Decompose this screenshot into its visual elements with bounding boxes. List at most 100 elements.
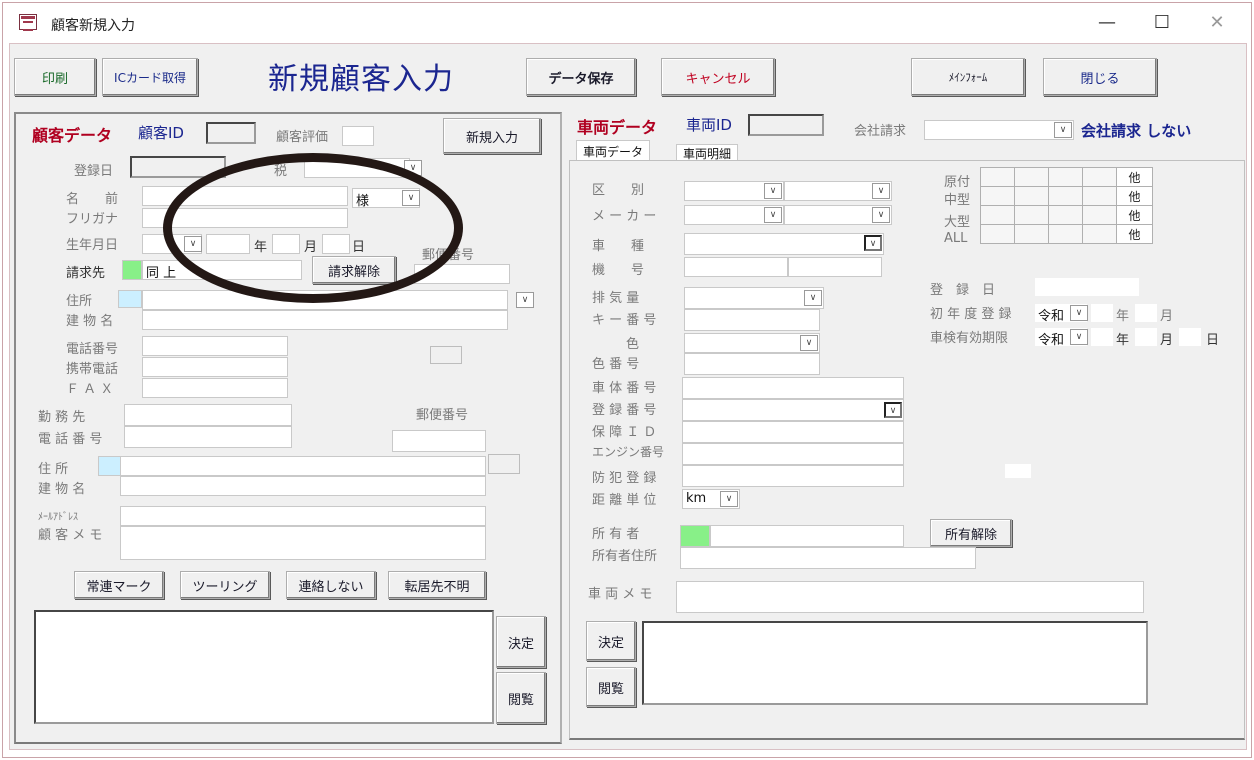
vehicle-notes-area[interactable] bbox=[642, 621, 1148, 705]
close-button[interactable]: 閉じる bbox=[1043, 58, 1157, 96]
customer-id-field[interactable] bbox=[206, 122, 256, 144]
reg-date-field[interactable] bbox=[130, 156, 226, 178]
billing-marker[interactable] bbox=[122, 260, 142, 280]
grid-other-cell[interactable]: 他 bbox=[1116, 167, 1153, 187]
warranty-id-field[interactable] bbox=[682, 421, 904, 443]
vehicle-browse-button[interactable]: 閲覧 bbox=[586, 667, 636, 707]
postal-label: 郵便番号 bbox=[422, 248, 475, 263]
vehicle-decide-button[interactable]: 決定 bbox=[586, 621, 636, 661]
birth-era-dropdown-icon[interactable] bbox=[184, 236, 202, 252]
tab-vehicle-data[interactable]: 車両データ bbox=[576, 140, 651, 160]
tax-select[interactable] bbox=[304, 158, 410, 178]
color-dropdown-icon[interactable] bbox=[800, 335, 818, 351]
vehicle-reg-date-field[interactable] bbox=[1034, 277, 1140, 297]
billing-release-button[interactable]: 請求解除 bbox=[312, 256, 396, 284]
print-button[interactable]: 印刷 bbox=[14, 58, 96, 96]
first-reg-month-field[interactable] bbox=[1134, 303, 1158, 323]
tab-vehicle-details[interactable]: 車両明細 bbox=[676, 144, 739, 161]
customer-notes-area[interactable] bbox=[34, 610, 494, 724]
machine-no-field-1[interactable] bbox=[684, 257, 788, 277]
machine-no-field-2[interactable] bbox=[788, 257, 882, 277]
maximize-button[interactable]: ☐ bbox=[1150, 11, 1174, 35]
mobile-field[interactable] bbox=[142, 357, 288, 377]
work-field[interactable] bbox=[124, 404, 292, 426]
inspection-day-field[interactable] bbox=[1178, 327, 1202, 347]
first-reg-era-dropdown-icon[interactable] bbox=[1070, 305, 1088, 321]
furigana-field[interactable] bbox=[142, 208, 348, 228]
inspection-month-field[interactable] bbox=[1134, 327, 1158, 347]
company-billing-select[interactable] bbox=[924, 120, 1074, 140]
work-postal-field[interactable] bbox=[392, 430, 486, 452]
frame-no-field[interactable] bbox=[682, 377, 904, 399]
tax-dropdown-icon[interactable] bbox=[404, 160, 422, 176]
grid-other-cell[interactable]: 他 bbox=[1116, 205, 1153, 225]
grid-row-large-label: 大型 bbox=[944, 215, 971, 230]
ic-card-button[interactable]: ICカード取得 bbox=[102, 58, 198, 96]
address-marker[interactable] bbox=[118, 290, 142, 308]
honorific-dropdown-icon[interactable] bbox=[402, 190, 420, 206]
birth-month-field[interactable] bbox=[272, 234, 300, 254]
small-blank-box[interactable] bbox=[1004, 463, 1032, 479]
work-phone-field[interactable] bbox=[124, 426, 292, 448]
company-billing-dropdown-icon[interactable] bbox=[1054, 122, 1072, 138]
reg-no-select[interactable] bbox=[682, 399, 904, 421]
work-address-field[interactable] bbox=[120, 456, 486, 476]
customer-rating-field[interactable] bbox=[342, 126, 374, 146]
birth-year-field[interactable] bbox=[206, 234, 250, 254]
work-address-extra-box[interactable] bbox=[488, 454, 520, 474]
name-field[interactable] bbox=[142, 186, 348, 206]
grid-other-cell[interactable]: 他 bbox=[1116, 224, 1153, 244]
birth-day-field[interactable] bbox=[322, 234, 350, 254]
distance-unit-dropdown-icon[interactable] bbox=[720, 491, 738, 507]
inspection-year-field[interactable] bbox=[1090, 327, 1114, 347]
address-field[interactable] bbox=[142, 290, 508, 310]
postal-field[interactable] bbox=[414, 264, 510, 284]
owner-address-field[interactable] bbox=[680, 547, 976, 569]
address-dropdown-icon[interactable] bbox=[516, 292, 534, 308]
no-contact-button[interactable]: 連絡しない bbox=[286, 571, 376, 599]
vehicle-id-field[interactable] bbox=[748, 114, 824, 136]
main-form-button[interactable]: ﾒｲﾝﾌｫｰﾑ bbox=[911, 58, 1025, 96]
model-dropdown-icon[interactable] bbox=[864, 235, 882, 251]
building-field[interactable] bbox=[142, 310, 508, 330]
fax-field[interactable] bbox=[142, 378, 288, 398]
inspection-era-dropdown-icon[interactable] bbox=[1070, 329, 1088, 345]
email-field[interactable] bbox=[120, 506, 486, 526]
work-building-field[interactable] bbox=[120, 476, 486, 496]
minimize-button[interactable]: — bbox=[1095, 11, 1119, 35]
color-no-field[interactable] bbox=[684, 353, 820, 375]
owner-marker[interactable] bbox=[680, 525, 710, 547]
phone-extra-box[interactable] bbox=[430, 346, 462, 364]
customer-memo-field[interactable] bbox=[120, 526, 486, 560]
grid-other-cell[interactable]: 他 bbox=[1116, 186, 1153, 206]
reg-no-dropdown-icon[interactable] bbox=[884, 402, 902, 418]
classification-dropdown-icon-2[interactable] bbox=[872, 183, 890, 199]
maker-dropdown-icon-2[interactable] bbox=[872, 207, 890, 223]
owner-address-label: 所有者住所 bbox=[592, 549, 658, 564]
owner-field[interactable] bbox=[710, 525, 904, 547]
close-window-button[interactable]: ✕ bbox=[1205, 11, 1229, 35]
cancel-button[interactable]: キャンセル bbox=[661, 58, 775, 96]
first-reg-year-field[interactable] bbox=[1090, 303, 1114, 323]
displacement-dropdown-icon[interactable] bbox=[804, 290, 822, 306]
new-entry-button[interactable]: 新規入力 bbox=[443, 118, 541, 154]
save-button[interactable]: データ保存 bbox=[526, 58, 636, 96]
displacement-select[interactable] bbox=[684, 287, 824, 309]
customer-browse-button[interactable]: 閲覧 bbox=[496, 672, 546, 724]
owner-release-button[interactable]: 所有解除 bbox=[930, 519, 1012, 547]
billing-field[interactable]: 同 上 bbox=[142, 260, 302, 281]
touring-button[interactable]: ツーリング bbox=[180, 571, 270, 599]
engine-no-field[interactable] bbox=[682, 443, 904, 465]
work-address-marker[interactable] bbox=[98, 456, 122, 476]
customer-decide-button[interactable]: 決定 bbox=[496, 616, 546, 668]
vehicle-memo-field[interactable] bbox=[676, 581, 1144, 613]
classification-dropdown-icon-1[interactable] bbox=[764, 183, 782, 199]
theft-reg-field[interactable] bbox=[682, 465, 904, 487]
regular-mark-button[interactable]: 常連マーク bbox=[74, 571, 164, 599]
customer-section-title: 顧客データ bbox=[32, 126, 113, 145]
model-select[interactable] bbox=[684, 233, 884, 255]
maker-dropdown-icon-1[interactable] bbox=[764, 207, 782, 223]
moved-unknown-button[interactable]: 転居先不明 bbox=[388, 571, 486, 599]
key-no-field[interactable] bbox=[684, 309, 820, 331]
phone-field[interactable] bbox=[142, 336, 288, 356]
